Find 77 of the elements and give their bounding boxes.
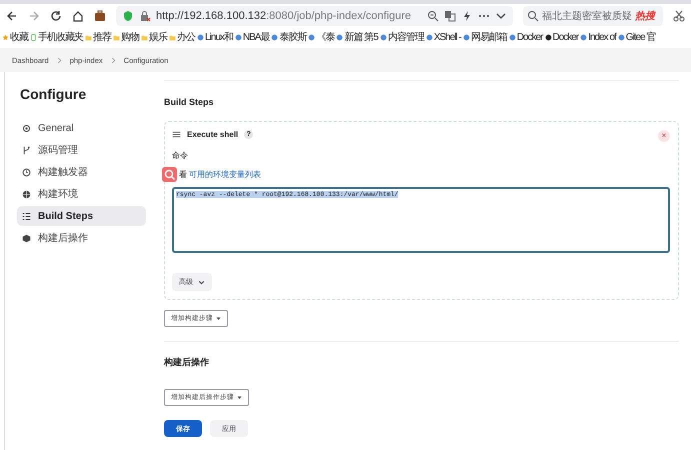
- bookmark[interactable]: 收藏: [2, 30, 28, 44]
- folder-icon: [141, 34, 148, 40]
- bookmark[interactable]: 娱乐: [141, 30, 167, 44]
- bookmark[interactable]: Linux和: [197, 30, 233, 44]
- bookmark[interactable]: Docker: [508, 32, 543, 42]
- bookmark[interactable]: 《泰: [308, 30, 334, 44]
- env-vars-link[interactable]: 可用的环境变量列表: [189, 170, 262, 179]
- scissors-icon[interactable]: [673, 10, 685, 22]
- sidebar-item[interactable]: 构建环境: [17, 184, 146, 204]
- star-icon: [2, 34, 9, 40]
- site-icon: [544, 34, 552, 40]
- folder-icon: [113, 34, 120, 40]
- search-icon[interactable]: [162, 167, 177, 182]
- phone-icon: [30, 34, 37, 40]
- bookmark[interactable]: 网易邮箱: [462, 30, 507, 44]
- caret-icon: [237, 395, 242, 400]
- bookmark[interactable]: 内容管理: [380, 30, 424, 44]
- folder-icon: [85, 34, 92, 40]
- bookmark[interactable]: 推荐: [85, 30, 111, 44]
- branch-icon: [22, 146, 31, 154]
- caret-icon: [216, 316, 221, 321]
- search-icon: [527, 10, 539, 22]
- site-icon: [197, 34, 204, 40]
- bookmark[interactable]: Index of: [580, 32, 616, 42]
- site-icon: [380, 34, 387, 40]
- help-text: 看 可用的环境变量列表: [179, 169, 262, 180]
- list-icon: [22, 212, 31, 220]
- section-title: 构建后操作: [164, 356, 210, 369]
- step-title: Execute shell: [187, 130, 238, 139]
- lightning-icon[interactable]: [461, 10, 473, 22]
- site-icon: [462, 34, 470, 40]
- sidebar-item[interactable]: 构建后操作: [17, 228, 146, 248]
- home-icon[interactable]: [72, 10, 84, 22]
- page-title: Configure: [20, 86, 88, 102]
- drag-handle-icon[interactable]: [172, 130, 181, 139]
- site-icon: [308, 34, 316, 40]
- gear-icon: [22, 124, 31, 132]
- bookmark[interactable]: 新篇 第5: [336, 30, 378, 44]
- bookmark[interactable]: NBA最: [234, 30, 270, 44]
- section-title: Build Steps: [164, 97, 215, 107]
- bookmark[interactable]: 泰胶斯: [271, 30, 306, 44]
- field-label: 命令: [172, 150, 189, 161]
- bookmark[interactable]: 手机收藏夹: [30, 30, 83, 44]
- folder-icon: [169, 34, 176, 40]
- clock-icon: [22, 168, 31, 176]
- back-icon[interactable]: [6, 10, 18, 22]
- shield-icon: [122, 10, 134, 22]
- lock-icon: [139, 10, 151, 22]
- globe-icon: [22, 190, 31, 198]
- sidebar-item[interactable]: General: [17, 118, 146, 138]
- bookmark[interactable]: Gitee 官: [618, 30, 656, 44]
- site-icon: [426, 34, 433, 40]
- close-button[interactable]: ×: [658, 130, 670, 142]
- sidebar-item[interactable]: 源码管理: [17, 140, 146, 160]
- chevron-down-icon: [198, 278, 205, 286]
- site-icon: [336, 34, 344, 40]
- bookmark[interactable]: Docker: [544, 32, 578, 42]
- url-text: http://192.168.100.132:8080/job/php-index/configure: [156, 10, 412, 22]
- site-icon: [580, 34, 588, 40]
- sidebar-item[interactable]: 构建触发器: [17, 162, 146, 182]
- briefcase-icon[interactable]: [94, 10, 106, 22]
- site-icon: [271, 34, 278, 40]
- reload-icon[interactable]: [50, 10, 62, 22]
- zoom-icon[interactable]: [427, 10, 439, 22]
- chevron-right-icon: [110, 56, 116, 64]
- site-icon: [234, 34, 242, 40]
- search-field[interactable]: 福北主题密室被质疑 热搜: [523, 6, 663, 26]
- bookmark[interactable]: XShell -: [426, 32, 461, 42]
- bookmark[interactable]: 办公: [169, 30, 195, 44]
- chevron-right-icon: [56, 56, 62, 64]
- site-icon: [508, 34, 516, 40]
- cube-icon: [22, 234, 31, 242]
- translate-icon[interactable]: [444, 10, 456, 22]
- address-bar[interactable]: http://192.168.100.132:8080/job/php-index/configure: [116, 6, 513, 26]
- bookmark[interactable]: 购物: [113, 30, 139, 44]
- site-icon: [618, 34, 625, 40]
- sidebar-item[interactable]: Build Steps: [17, 206, 146, 226]
